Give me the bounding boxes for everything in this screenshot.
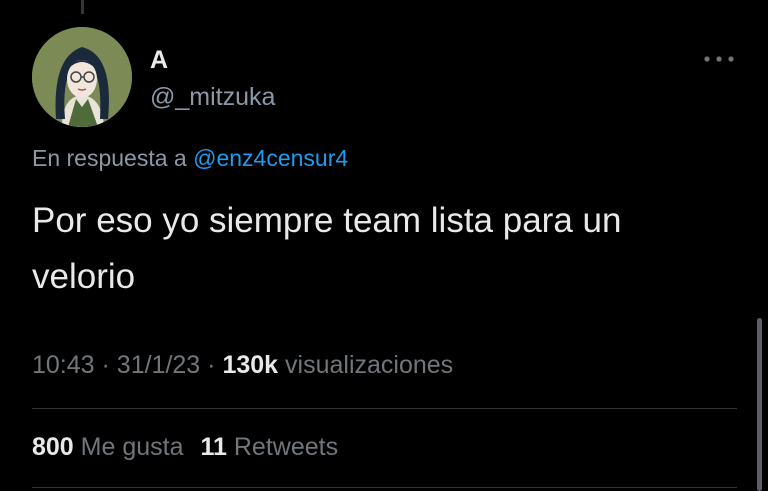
reply-mention-link[interactable]: @enz4censur4 [193,145,348,171]
scrollbar[interactable] [757,318,762,491]
views-count: 130k [222,351,279,379]
retweets-count: 11 [200,433,227,461]
reply-prefix: En respuesta a [32,145,187,171]
more-options-icon[interactable] [702,52,736,66]
retweets-label: Retweets [233,433,339,461]
likes-label: Me gusta [80,433,184,461]
engagement-stats: 800 Me gusta 11 Retweets [32,433,338,462]
meta-separator: · [207,351,223,379]
author-display-name[interactable]: A [150,46,168,75]
tweet-time[interactable]: 10:43 [32,351,95,379]
tweet-text: Por eso yo siempre team lista para un ve… [32,201,622,296]
retweets-stat[interactable]: 11 Retweets [200,433,338,461]
meta-separator: · [101,351,117,379]
tweet-meta: 10:43 · 31/1/23 · 130k visualizaciones [32,351,453,380]
tweet-date[interactable]: 31/1/23 [117,351,200,379]
views-label: visualizaciones [285,351,454,379]
reply-context: En respuesta a @enz4censur4 [32,145,348,172]
avatar[interactable] [32,27,132,127]
likes-count: 800 [32,433,74,461]
thread-connector-line [81,0,84,14]
divider [32,487,737,488]
likes-stat[interactable]: 800 Me gusta [32,433,184,461]
author-handle[interactable]: @_mitzuka [150,83,275,112]
avatar-illustration [32,27,132,127]
divider [32,408,737,409]
